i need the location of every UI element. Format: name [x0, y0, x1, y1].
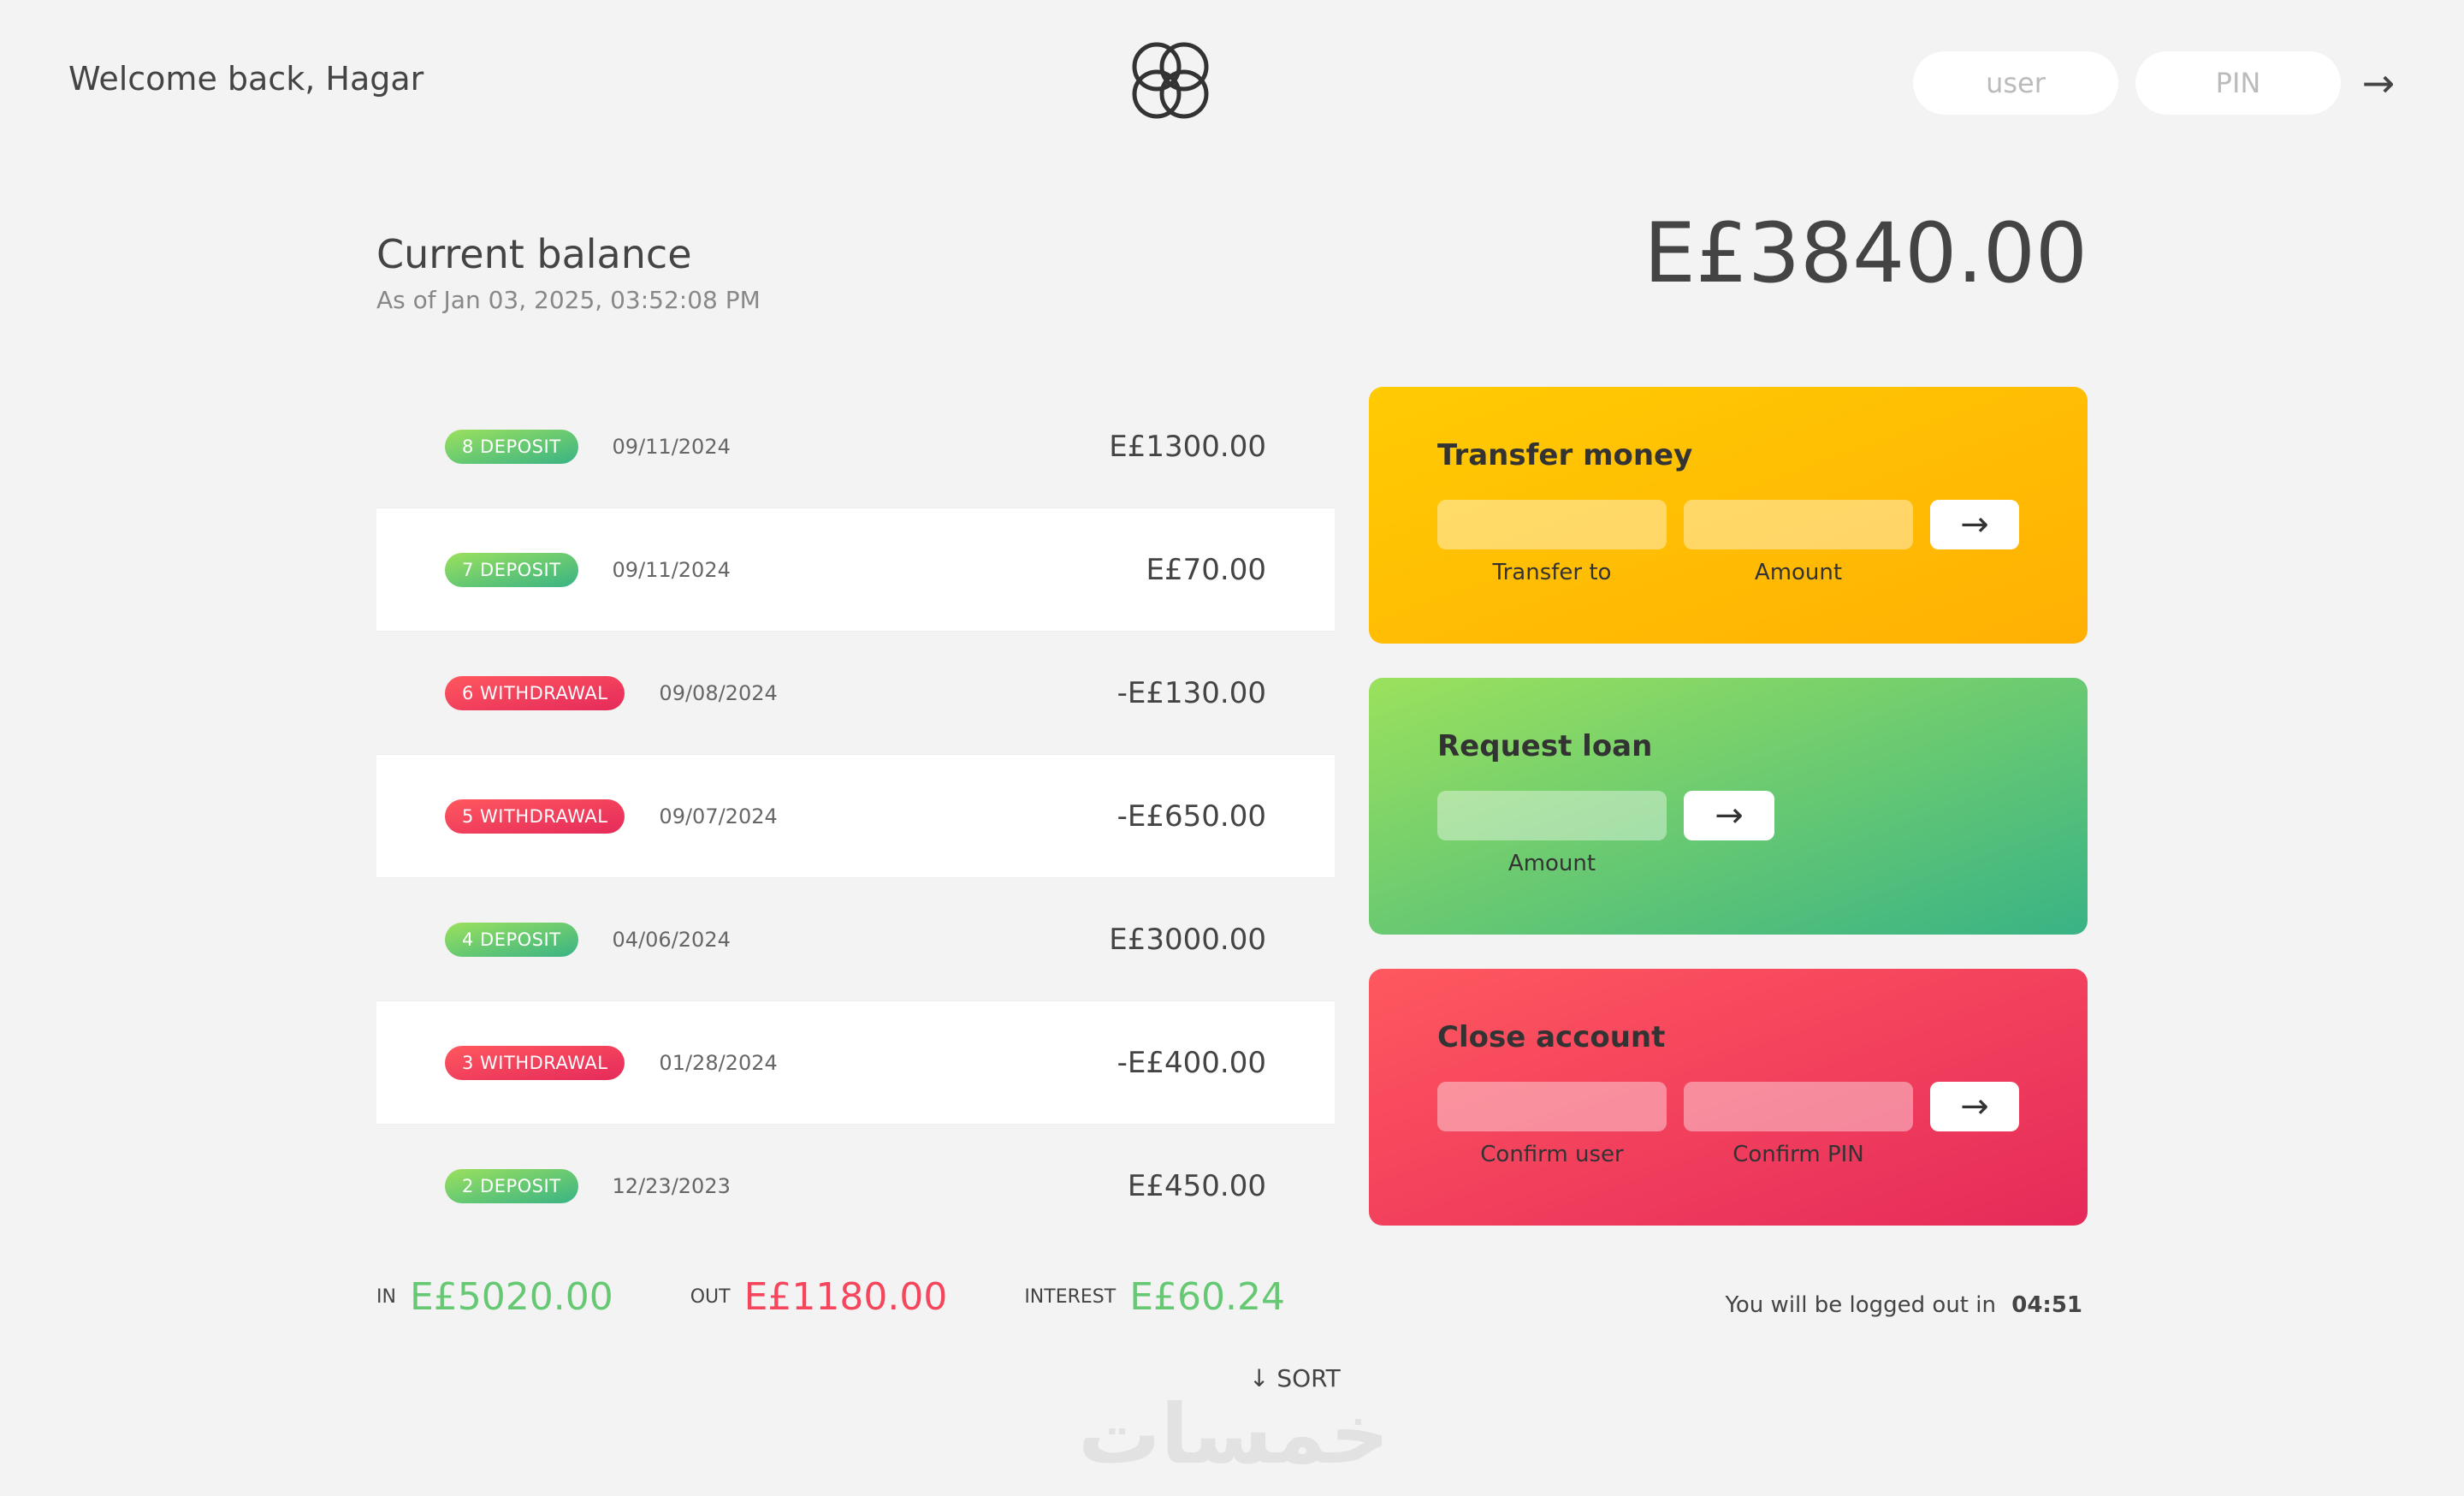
- logout-text: You will be logged out in: [1725, 1292, 1996, 1318]
- summary-interest-value: E£60.24: [1129, 1275, 1285, 1319]
- movement-date: 01/28/2024: [659, 1050, 778, 1075]
- movement-value: E£70.00: [1146, 552, 1266, 587]
- close-user-input[interactable]: [1437, 1082, 1667, 1131]
- loan-amount-label: Amount: [1507, 851, 1596, 876]
- close-pin-label: Confirm PIN: [1732, 1142, 1864, 1167]
- logout-countdown: 04:51: [2011, 1292, 2082, 1318]
- close-title: Close account: [1437, 1020, 1666, 1054]
- loan-card: Request loan Amount →: [1369, 678, 2088, 935]
- login-button[interactable]: →: [2351, 53, 2406, 113]
- movement-row: 2 deposit 12/23/2023 E£450.00: [376, 1125, 1335, 1241]
- movement-value: E£1300.00: [1109, 429, 1266, 464]
- movement-type-badge: 8 deposit: [445, 429, 578, 464]
- movement-value: E£3000.00: [1109, 922, 1266, 957]
- movement-row: 3 withdrawal 01/28/2024 -E£400.00: [376, 1001, 1335, 1125]
- summary-out-label: Out: [690, 1286, 731, 1308]
- logout-timer: You will be logged out in 04:51: [1725, 1292, 2082, 1318]
- summary-out-value: E£1180.00: [743, 1275, 948, 1319]
- close-account-card: Close account Confirm user Confirm PIN →: [1369, 969, 2088, 1226]
- close-user-label: Confirm user: [1480, 1142, 1624, 1167]
- movement-type-badge: 4 deposit: [445, 922, 578, 957]
- movements-list[interactable]: 8 deposit 09/11/2024 E£1300.00 7 deposit…: [376, 385, 1335, 1241]
- transfer-amount-input[interactable]: [1684, 500, 1913, 549]
- loan-submit-button[interactable]: →: [1684, 791, 1774, 840]
- movement-row: 7 deposit 09/11/2024 E£70.00: [376, 508, 1335, 632]
- transfer-amount-label: Amount: [1754, 560, 1843, 585]
- movement-row: 6 withdrawal 09/08/2024 -E£130.00: [376, 632, 1335, 755]
- summary-interest-label: Interest: [1024, 1286, 1116, 1308]
- movement-value: E£450.00: [1127, 1168, 1266, 1203]
- movement-date: 12/23/2023: [612, 1173, 731, 1198]
- transfer-to-label: Transfer to: [1492, 560, 1612, 585]
- movement-type-badge: 2 deposit: [445, 1168, 578, 1203]
- movement-row: 5 withdrawal 09/07/2024 -E£650.00: [376, 755, 1335, 878]
- login-user-input[interactable]: [1913, 51, 2118, 115]
- balance-date: As of Jan 03, 2025, 03:52:08 PM: [376, 286, 761, 314]
- login-pin-input[interactable]: [2135, 51, 2341, 115]
- transfer-to-input[interactable]: [1437, 500, 1667, 549]
- close-submit-button[interactable]: →: [1930, 1082, 2019, 1131]
- balance-label: Current balance: [376, 231, 692, 277]
- movement-date: 09/11/2024: [612, 557, 731, 582]
- transfer-card: Transfer money Transfer to Amount →: [1369, 387, 2088, 644]
- movement-type-badge: 3 withdrawal: [445, 1045, 625, 1080]
- welcome-message: Welcome back, Hagar: [68, 60, 424, 98]
- balance-value: E£3840.00: [1644, 205, 2088, 301]
- movement-date: 04/06/2024: [612, 927, 731, 952]
- watermark-logo: خمسات: [1078, 1386, 1389, 1482]
- transfer-submit-button[interactable]: →: [1930, 500, 2019, 549]
- loan-amount-input[interactable]: [1437, 791, 1667, 840]
- movement-type-badge: 7 deposit: [445, 552, 578, 587]
- loan-title: Request loan: [1437, 729, 1653, 763]
- bankist-app: Welcome back, Hagar → Current balance As…: [0, 0, 2464, 1496]
- logo-icon: [1132, 42, 1209, 119]
- movement-date: 09/07/2024: [659, 804, 778, 828]
- movement-date: 09/08/2024: [659, 680, 778, 705]
- movement-row: 4 deposit 04/06/2024 E£3000.00: [376, 878, 1335, 1001]
- movement-type-badge: 5 withdrawal: [445, 798, 625, 834]
- movement-value: -E£130.00: [1116, 675, 1266, 710]
- movement-type-badge: 6 withdrawal: [445, 675, 625, 710]
- summary-bar: In E£5020.00 Out E£1180.00 Interest E£60…: [376, 1275, 1362, 1319]
- summary-in-label: In: [376, 1286, 396, 1308]
- movement-value: -E£400.00: [1116, 1045, 1266, 1080]
- movement-value: -E£650.00: [1116, 798, 1266, 834]
- close-pin-input[interactable]: [1684, 1082, 1913, 1131]
- summary-in-value: E£5020.00: [409, 1275, 613, 1319]
- movement-date: 09/11/2024: [612, 434, 731, 459]
- transfer-title: Transfer money: [1437, 438, 1693, 472]
- movement-row: 8 deposit 09/11/2024 E£1300.00: [376, 385, 1335, 508]
